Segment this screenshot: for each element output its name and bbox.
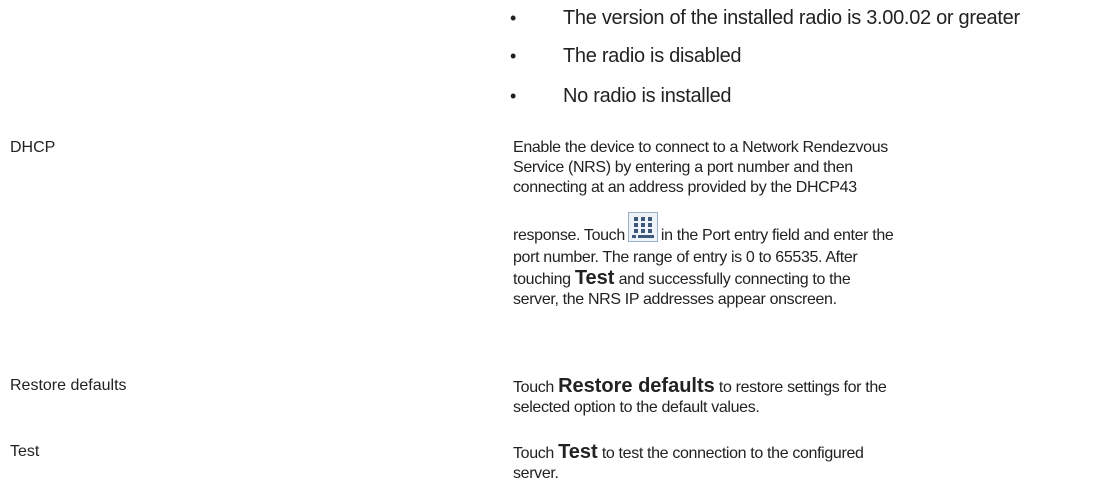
condition-list: • The version of the installed radio is … — [510, 0, 1090, 116]
document-page: { "conditions": [ "The version of the in… — [0, 0, 1094, 497]
description-line: server, the NRS IP addresses appear onsc… — [513, 291, 837, 308]
description-line: response. Touch in the Port entry field … — [513, 212, 1013, 248]
description-fragment: Touch — [513, 379, 554, 396]
bullet-icon: • — [510, 8, 517, 28]
description-fragment: to restore settings for the — [718, 379, 887, 396]
restore-defaults-description: Touch Restore defaults to restore settin… — [513, 376, 1013, 418]
dhcp-description: Enable the device to connect to a Networ… — [513, 138, 1013, 310]
condition-text: No radio is installed — [563, 85, 732, 107]
bullet-icon: • — [510, 86, 517, 106]
test-command-label: Test — [558, 441, 598, 463]
list-item: • No radio is installed — [510, 76, 1090, 116]
description-line: selected option to the default values. — [513, 399, 760, 416]
description-line: Touch Test to test the connection to the… — [513, 442, 1013, 464]
restore-defaults-term: Restore defaults — [10, 377, 127, 394]
description-line: touching Test and successfully connectin… — [513, 268, 1013, 290]
description-line: Touch Restore defaults to restore settin… — [513, 376, 1013, 398]
dhcp-term: DHCP — [10, 139, 56, 156]
description-fragment: response. Touch — [513, 227, 625, 244]
condition-text: The version of the installed radio is 3.… — [563, 7, 1020, 29]
description-fragment: in the Port entry field and enter the — [660, 227, 894, 244]
description-line: connecting at an address provided by the… — [513, 179, 857, 196]
test-command-label: Test — [574, 267, 615, 289]
restore-defaults-command-label: Restore defaults — [558, 375, 715, 397]
description-fragment: Touch — [513, 445, 554, 462]
condition-text: The radio is disabled — [563, 45, 742, 67]
bullet-icon: • — [510, 46, 517, 66]
description-fragment: and successfully connecting to the — [618, 271, 851, 288]
description-line: port number. The range of entry is 0 to … — [513, 249, 858, 266]
keypad-icon — [627, 212, 658, 242]
description-line: server. — [513, 465, 559, 482]
description-fragment: touching — [513, 271, 571, 288]
test-term: Test — [10, 443, 40, 460]
description-fragment: to test the connection to the configured — [601, 445, 864, 462]
test-description: Touch Test to test the connection to the… — [513, 442, 1013, 484]
list-item: • The version of the installed radio is … — [510, 0, 1090, 36]
list-item: • The radio is disabled — [510, 36, 1090, 76]
description-line: Service (NRS) by entering a port number … — [513, 159, 853, 176]
description-line: Enable the device to connect to a Networ… — [513, 139, 888, 156]
